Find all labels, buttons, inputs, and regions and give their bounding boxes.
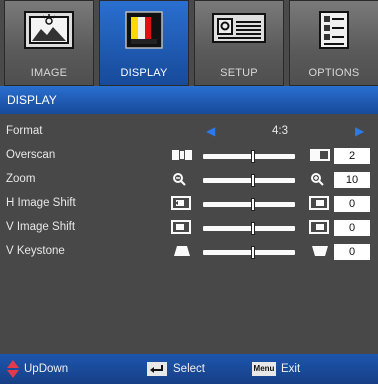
tab-image[interactable]: IMAGE	[4, 0, 94, 86]
tab-options-label: OPTIONS	[308, 67, 360, 79]
slider-knob[interactable]	[251, 222, 255, 235]
footer-exit: Exit	[281, 363, 301, 375]
options-icon	[318, 10, 350, 55]
display-icon	[124, 10, 164, 55]
row-label: H Image Shift	[6, 197, 76, 209]
zoom-value: 10	[334, 172, 370, 188]
v-keystone-value: 0	[334, 244, 370, 260]
projector-icon	[211, 10, 267, 51]
tab-setup[interactable]: SETUP	[194, 0, 284, 86]
h-image-shift-slider[interactable]	[203, 198, 295, 211]
tab-bar: IMAGE DISPLAY SETUP OPTIONS	[0, 0, 378, 86]
shift-down-icon	[171, 220, 193, 239]
row-zoom[interactable]: Zoom 10	[0, 169, 378, 191]
row-label: Zoom	[6, 173, 36, 185]
row-v-image-shift[interactable]: V Image Shift 0	[0, 217, 378, 239]
updown-icon	[6, 359, 20, 384]
section-header: DISPLAY	[0, 86, 378, 114]
row-label: V Image Shift	[6, 221, 76, 233]
image-icon	[23, 10, 75, 55]
shift-up-icon	[309, 220, 331, 239]
zoom-slider[interactable]	[203, 174, 295, 187]
zoom-out-icon	[171, 172, 193, 191]
menu-key-icon: Menu	[252, 362, 276, 376]
row-label: V Keystone	[6, 245, 65, 257]
overscan-value: 2	[334, 148, 370, 164]
tab-options[interactable]: OPTIONS	[289, 0, 378, 86]
keystone-down-icon	[309, 244, 331, 263]
shift-right-icon	[309, 196, 331, 215]
settings-list: Format ◀ 4:3 ▶ Overscan 2 Zoom 10 H Imag…	[0, 114, 378, 354]
tab-display[interactable]: DISPLAY	[99, 0, 189, 86]
overscan-slider[interactable]	[203, 150, 295, 163]
row-label: Format	[6, 125, 43, 137]
slider-knob[interactable]	[251, 246, 255, 259]
row-h-image-shift[interactable]: H Image Shift 0	[0, 193, 378, 215]
page-title: DISPLAY	[7, 93, 57, 107]
tab-setup-label: SETUP	[220, 67, 258, 79]
h-image-shift-value: 0	[334, 196, 370, 212]
enter-key-icon	[147, 362, 167, 381]
row-label: Overscan	[6, 149, 56, 161]
slider-knob[interactable]	[251, 198, 255, 211]
v-keystone-slider[interactable]	[203, 246, 295, 259]
footer-updown: UpDown	[24, 363, 69, 375]
zoom-in-icon	[309, 172, 331, 191]
overscan-small-icon	[171, 148, 193, 167]
arrow-left-icon[interactable]: ◀	[206, 124, 215, 138]
footer-bar: UpDown Select Menu Exit	[0, 354, 378, 384]
row-overscan[interactable]: Overscan 2	[0, 145, 378, 167]
shift-left-icon	[171, 196, 193, 215]
keystone-up-icon	[171, 244, 193, 263]
overscan-large-icon	[309, 148, 331, 167]
row-format[interactable]: Format ◀ 4:3 ▶	[0, 121, 378, 143]
osd-menu: IMAGE DISPLAY SETUP OPTIONS DISPLAY Form…	[0, 0, 378, 384]
footer-select: Select	[173, 363, 205, 375]
arrow-right-icon[interactable]: ▶	[355, 124, 364, 138]
tab-image-label: IMAGE	[30, 67, 68, 79]
format-value: 4:3	[272, 125, 288, 137]
slider-knob[interactable]	[251, 174, 255, 187]
v-image-shift-slider[interactable]	[203, 222, 295, 235]
slider-knob[interactable]	[251, 150, 255, 163]
tab-display-label: DISPLAY	[120, 67, 168, 79]
v-image-shift-value: 0	[334, 220, 370, 236]
row-v-keystone[interactable]: V Keystone 0	[0, 241, 378, 263]
